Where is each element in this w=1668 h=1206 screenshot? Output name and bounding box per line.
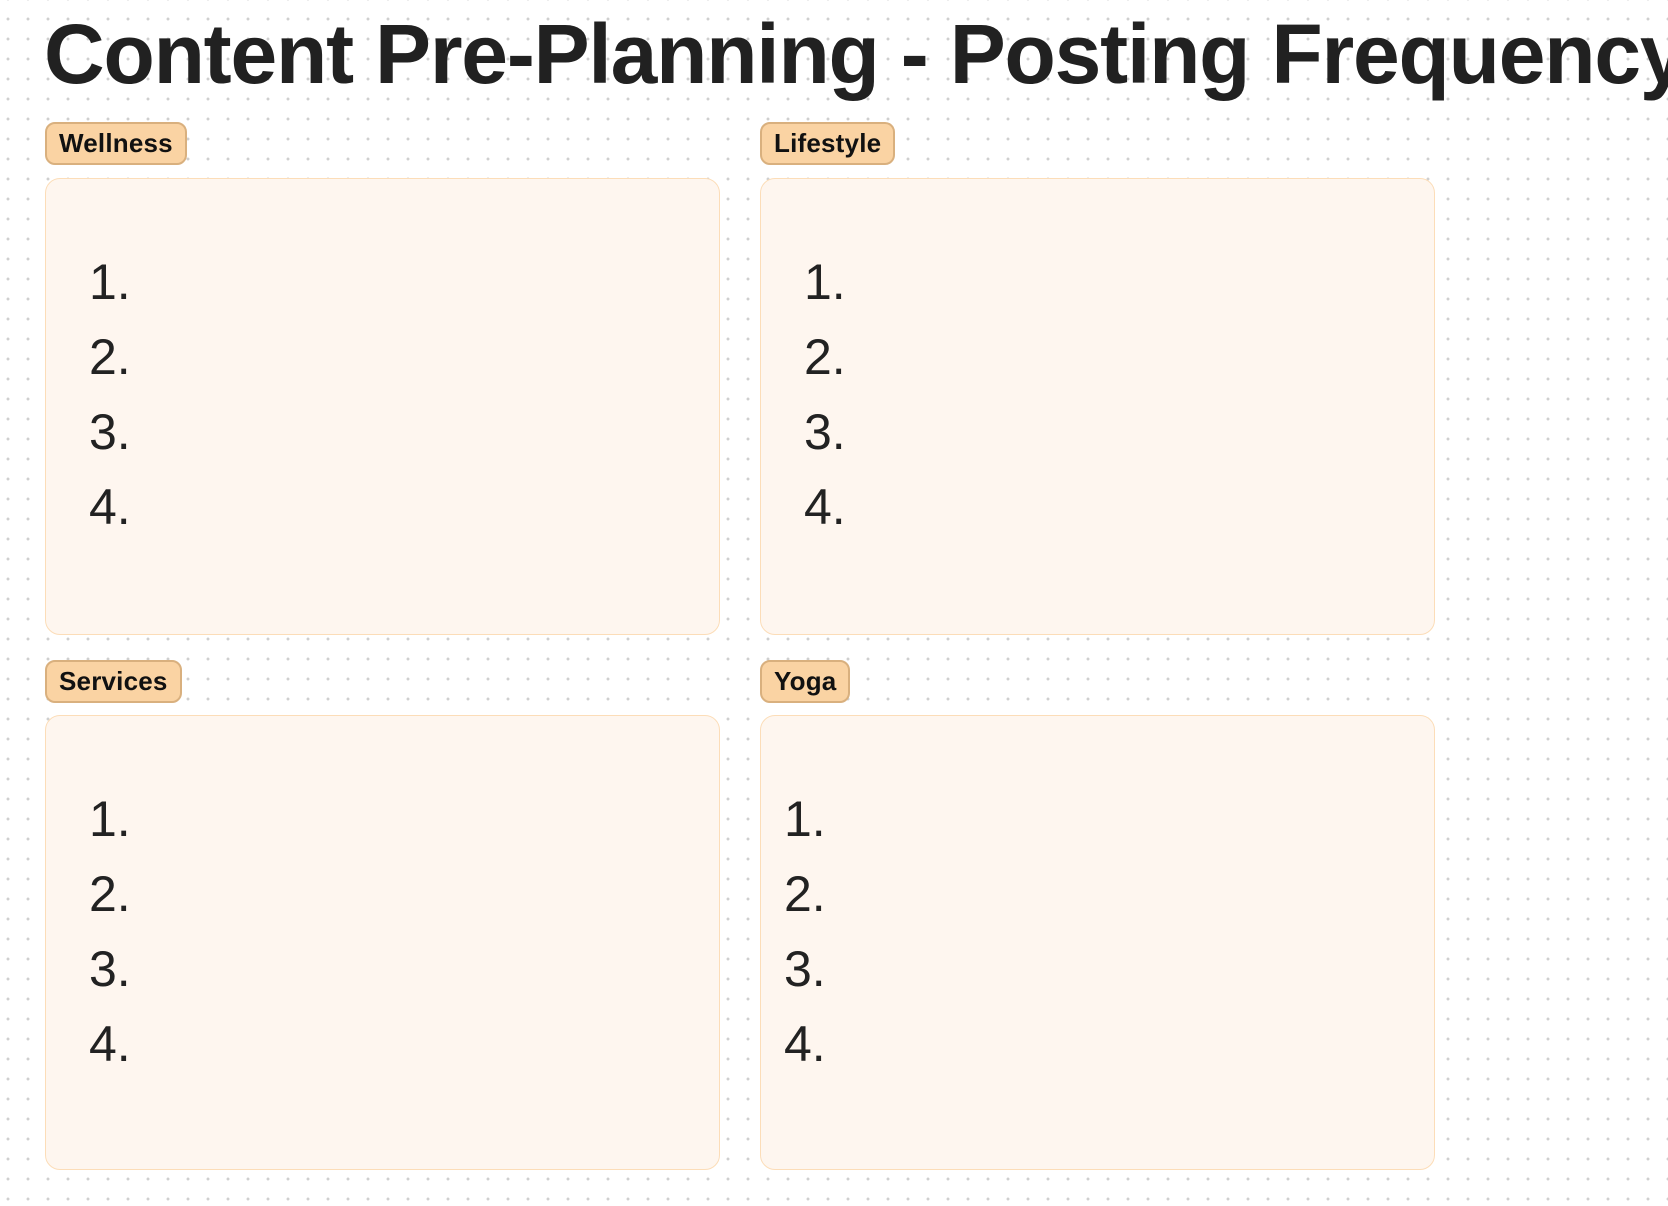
list-number: 3. [804,404,846,460]
section-tag-yoga[interactable]: Yoga [760,660,851,703]
list-item[interactable]: 1. [89,782,541,857]
list-item[interactable]: 2. [804,320,1256,395]
numbered-list: 1. 2. 3. 4. [89,245,541,545]
list-number: 3. [89,404,131,460]
section-tag-wellness[interactable]: Wellness [45,122,187,165]
list-item[interactable]: 3. [89,395,541,470]
list-item[interactable]: 2. [89,320,541,395]
list-item[interactable]: 1. [89,245,541,320]
section-tag-services[interactable]: Services [45,660,182,703]
list-number: 3. [89,941,131,997]
list-number: 1. [784,791,826,847]
list-item[interactable]: 2. [784,857,1236,932]
page-title: Content Pre-Planning - Posting Frequency [44,7,1668,101]
list-item[interactable]: 1. [784,782,1236,857]
section-panel-wellness[interactable]: 1. 2. 3. 4. [45,178,720,635]
list-item[interactable]: 3. [89,932,541,1007]
list-item[interactable]: 4. [89,470,541,545]
list-number: 1. [89,791,131,847]
list-number: 2. [89,866,131,922]
list-item[interactable]: 4. [784,1007,1236,1082]
list-item[interactable]: 4. [804,470,1256,545]
list-number: 4. [784,1016,826,1072]
section-panel-services[interactable]: 1. 2. 3. 4. [45,715,720,1170]
list-item[interactable]: 3. [784,932,1236,1007]
list-item[interactable]: 3. [804,395,1256,470]
numbered-list: 1. 2. 3. 4. [804,245,1256,545]
list-number: 2. [804,329,846,385]
numbered-list: 1. 2. 3. 4. [89,782,541,1082]
list-item[interactable]: 4. [89,1007,541,1082]
list-number: 2. [89,329,131,385]
list-item[interactable]: 2. [89,857,541,932]
list-number: 3. [784,941,826,997]
list-number: 4. [89,1016,131,1072]
list-number: 2. [784,866,826,922]
section-panel-lifestyle[interactable]: 1. 2. 3. 4. [760,178,1435,635]
list-number: 4. [804,479,846,535]
section-panel-yoga[interactable]: 1. 2. 3. 4. [760,715,1435,1170]
section-tag-lifestyle[interactable]: Lifestyle [760,122,896,165]
list-item[interactable]: 1. [804,245,1256,320]
numbered-list: 1. 2. 3. 4. [784,782,1236,1082]
list-number: 1. [89,254,131,310]
list-number: 1. [804,254,846,310]
list-number: 4. [89,479,131,535]
